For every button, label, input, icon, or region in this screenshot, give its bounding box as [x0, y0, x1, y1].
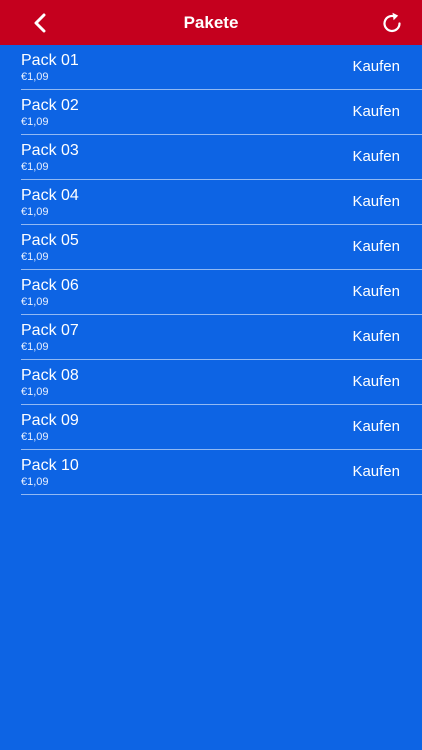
reload-button[interactable] [370, 0, 414, 45]
buy-button[interactable]: Kaufen [352, 90, 400, 134]
list-item: Pack 06 €1,09 Kaufen [21, 270, 422, 315]
pack-name: Pack 10 [21, 457, 79, 474]
buy-button[interactable]: Kaufen [352, 315, 400, 359]
buy-button[interactable]: Kaufen [352, 270, 400, 314]
pack-list: Pack 01 €1,09 Kaufen Pack 02 €1,09 Kaufen Pack… [0, 45, 422, 495]
list-item: Pack 03 €1,09 Kaufen [21, 135, 422, 180]
buy-button[interactable]: Kaufen [352, 360, 400, 404]
pack-name: Pack 03 [21, 142, 79, 159]
list-item: Pack 02 €1,09 Kaufen [21, 90, 422, 135]
pack-price: €1,09 [21, 116, 49, 128]
pack-price: €1,09 [21, 476, 49, 488]
reload-icon [383, 12, 401, 32]
pack-name: Pack 04 [21, 187, 79, 204]
app-screen: Pakete Pack 01 €1,09 Kaufen Pack 02 €1,09 Kau… [0, 0, 422, 750]
pack-price: €1,09 [21, 386, 49, 398]
back-button[interactable] [18, 0, 62, 45]
pack-name: Pack 06 [21, 277, 79, 294]
pack-price: €1,09 [21, 296, 49, 308]
pack-name: Pack 08 [21, 367, 79, 384]
page-title: Pakete [183, 13, 239, 32]
pack-price: €1,09 [21, 251, 49, 263]
list-item: Pack 10 €1,09 Kaufen [21, 450, 422, 495]
pack-name: Pack 07 [21, 322, 79, 339]
navigation-bar: Pakete [0, 0, 422, 45]
buy-button[interactable]: Kaufen [352, 45, 400, 89]
chevron-left-icon [34, 13, 46, 32]
buy-button[interactable]: Kaufen [352, 225, 400, 269]
list-item: Pack 09 €1,09 Kaufen [21, 405, 422, 450]
buy-button[interactable]: Kaufen [352, 135, 400, 179]
pack-name: Pack 01 [21, 52, 79, 69]
pack-price: €1,09 [21, 206, 49, 218]
pack-name: Pack 05 [21, 232, 79, 249]
list-item: Pack 08 €1,09 Kaufen [21, 360, 422, 405]
buy-button[interactable]: Kaufen [352, 405, 400, 449]
buy-button[interactable]: Kaufen [352, 450, 400, 494]
pack-name: Pack 02 [21, 97, 79, 114]
pack-price: €1,09 [21, 71, 49, 83]
list-item: Pack 01 €1,09 Kaufen [21, 45, 422, 90]
list-item: Pack 07 €1,09 Kaufen [21, 315, 422, 360]
pack-price: €1,09 [21, 341, 49, 353]
list-item: Pack 04 €1,09 Kaufen [21, 180, 422, 225]
list-item: Pack 05 €1,09 Kaufen [21, 225, 422, 270]
pack-price: €1,09 [21, 431, 49, 443]
buy-button[interactable]: Kaufen [352, 180, 400, 224]
pack-name: Pack 09 [21, 412, 79, 429]
pack-price: €1,09 [21, 161, 49, 173]
